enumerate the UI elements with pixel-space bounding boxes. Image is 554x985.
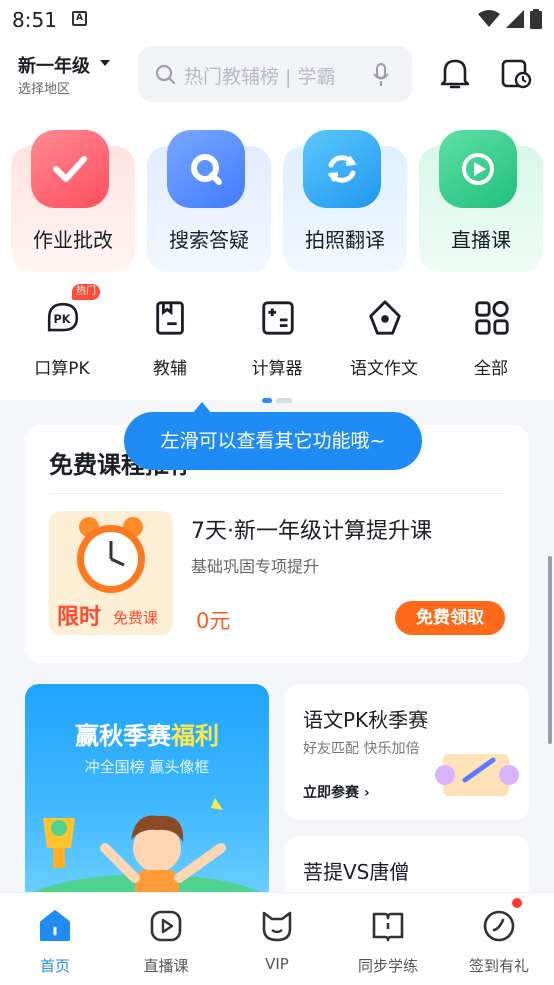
bottom-nav: 首页 直播课 VIP 同步学练 签到有礼 [0,892,554,985]
swipe-tooltip[interactable]: 左滑可以查看其它功能哦~ [124,412,422,470]
feature-label: 作业批改 [33,228,113,252]
svg-text:PK: PK [54,313,72,326]
check-icon [31,130,109,208]
chevron-right-icon: › [363,785,370,801]
nav-sync-practice[interactable]: 同步学练 [333,893,443,985]
hot-badge: 热门 [72,284,100,300]
limited-label: 限时 [57,605,102,630]
nav-vip[interactable]: VIP [222,893,332,985]
boy-trophy-illustration [25,798,269,904]
nav-label: 直播课 [143,957,189,975]
search-q-icon [167,130,245,208]
banner-title-highlight: 福利 [171,722,219,750]
tool-label: 教辅 [153,359,187,379]
free-course-label: 免费课 [113,609,159,627]
course-price: 0元 [196,609,231,633]
page-indicator [262,398,292,403]
feature-card-search[interactable]: 搜索答疑 [147,130,271,272]
region-selector[interactable]: 选择地区 [18,78,70,97]
nav-label: 同步学练 [357,957,418,975]
status-time: 8:51 [12,8,57,32]
vip-cat-icon [262,911,292,942]
feature-card-homework[interactable]: 作业批改 [11,130,135,272]
tool-label: 口算PK [34,359,90,379]
feature-card-live[interactable]: 直播课 [419,130,543,272]
banner-title: 赢秋季赛福利 [25,716,269,751]
tool-pk[interactable]: PK 口算PK [22,298,102,379]
book-icon [156,301,184,335]
status-bar: 8:51 A [0,0,554,38]
header: 新一年级 选择地区 热门教辅榜 | 学霸 [0,38,554,118]
tool-book[interactable]: 教辅 [130,298,210,379]
scrollbar[interactable] [548,556,552,744]
pk-card-subtitle: 好友匹配 快乐加倍 [303,741,420,757]
checkin-icon [483,910,515,942]
course-thumbnail[interactable]: 限时 免费课 [49,511,173,635]
scroll-illustration [435,754,519,796]
search-bar[interactable]: 热门教辅榜 | 学霸 [138,46,412,102]
banner-subtitle: 冲全国榜 赢头像框 [84,758,210,776]
bodhi-card-title: 菩提VS唐僧 [303,860,410,884]
grade-selector[interactable]: 新一年级 [18,52,90,78]
banner-title-main: 赢秋季赛 [75,722,171,750]
feature-label: 搜索答疑 [169,228,249,252]
wifi-icon [478,10,500,27]
page-dot [276,398,292,403]
refresh-icon [303,130,381,208]
status-icons [478,9,542,29]
caret-down-icon[interactable] [100,60,110,66]
home-icon [40,910,70,941]
search-placeholder: 热门教辅榜 | 学霸 [184,66,336,88]
live-play-icon [150,910,182,942]
tool-calculator[interactable]: 计算器 [237,298,317,379]
alarm-clock-icon [77,517,145,593]
bell-icon[interactable] [440,56,470,90]
join-contest-label: 立即参赛 [303,785,359,801]
nav-label: 首页 [39,957,70,975]
signal-icon [506,10,524,28]
nav-label: VIP [265,955,289,973]
pen-nib-icon [369,300,401,335]
grid-icon [475,300,509,335]
nav-checkin[interactable]: 签到有礼 [444,893,554,985]
course-subtitle: 基础巩固专项提升 [191,557,320,576]
nav-live[interactable]: 直播课 [111,893,221,985]
tool-label: 语文作文 [350,359,418,379]
feature-label: 拍照翻译 [305,228,385,252]
feature-label: 直播课 [451,228,511,252]
search-icon [155,64,176,85]
open-book-icon [372,912,404,942]
tool-all[interactable]: 全部 [451,298,531,379]
tool-essay[interactable]: 语文作文 [344,298,424,379]
battery-icon [530,9,542,29]
play-icon [439,130,517,208]
join-contest-link[interactable]: 立即参赛 › [303,782,370,802]
divider [49,493,505,494]
pk-card-title: 语文PK秋季赛 [303,708,429,732]
autumn-contest-banner[interactable]: 赢秋季赛福利 冲全国榜 赢头像框 [25,684,269,904]
chinese-pk-card[interactable]: 语文PK秋季赛 好友匹配 快乐加倍 立即参赛 › [285,684,529,820]
course-name[interactable]: 7天·新一年级计算提升课 [191,513,432,545]
nav-home[interactable]: 首页 [0,893,110,985]
microphone-icon[interactable] [372,63,390,87]
pk-icon: PK [47,302,79,332]
tool-label: 全部 [474,359,508,379]
feature-area: 作业批改 搜索答疑 拍照翻译 直播课 PK 口算PK 热门 教辅 计算器 语文作… [0,118,554,400]
claim-free-button[interactable]: 免费领取 [395,601,505,635]
history-clock-icon[interactable] [500,56,532,90]
nav-label: 签到有礼 [468,957,529,975]
calculator-icon [262,301,294,335]
feature-card-translate[interactable]: 拍照翻译 [283,130,407,272]
notification-a-icon: A [72,11,87,26]
page-dot-active [262,398,272,403]
tool-label: 计算器 [251,359,303,379]
notification-dot [512,898,522,908]
